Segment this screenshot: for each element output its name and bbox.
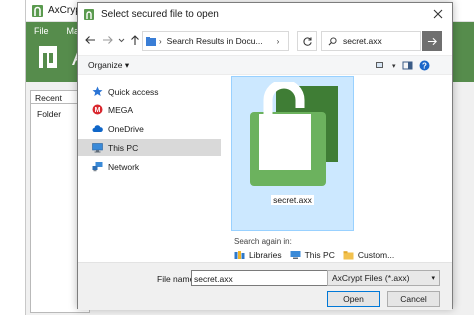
tab-recent-files[interactable]: Recent Files: [30, 90, 82, 113]
folder-icon: [343, 251, 354, 260]
preview-pane-icon[interactable]: [402, 60, 413, 71]
dialog-titlebar: Select secured file to open: [78, 3, 452, 25]
back-arrow-icon[interactable]: [84, 34, 96, 46]
refresh-icon: [302, 36, 312, 46]
computer-icon: [290, 251, 301, 259]
chevron-down-icon: ▾: [124, 60, 130, 70]
search-again-label: Search again in:: [234, 237, 292, 246]
nav-item-quick-access[interactable]: Quick access: [78, 83, 221, 100]
navigation-bar: › Search Results in Docu... › secret.axx: [78, 28, 452, 54]
nav-item-label: This PC: [108, 142, 139, 153]
svg-text:?: ?: [422, 61, 427, 70]
view-controls: ▾ ?: [375, 60, 430, 71]
chevron-down-icon[interactable]: ▾: [392, 62, 396, 70]
refresh-button[interactable]: [297, 31, 317, 51]
organize-label: Organize: [88, 60, 123, 70]
file-type-value: AxCrypt Files (*.axx): [332, 273, 410, 283]
star-icon: [92, 86, 103, 96]
arrow-right-icon: [427, 37, 437, 45]
file-item-selected[interactable]: secret.axx: [231, 76, 354, 231]
file-type-select[interactable]: AxCrypt Files (*.axx) ▾: [327, 270, 440, 286]
address-bar[interactable]: › Search Results in Docu... ›: [142, 31, 289, 51]
file-name-label: secret.axx: [232, 195, 353, 205]
up-arrow-icon[interactable]: [129, 34, 141, 46]
libraries-icon: [234, 251, 245, 259]
search-go-button[interactable]: [422, 31, 442, 51]
nav-item-label: OneDrive: [108, 123, 144, 134]
chevron-down-icon[interactable]: [117, 34, 126, 46]
menu-file[interactable]: File: [34, 26, 49, 36]
search-again-options: Libraries This PC Custom...: [234, 250, 394, 260]
search-results-folder-icon: [146, 36, 156, 46]
chevron-down-icon: ▾: [431, 275, 435, 282]
search-input-value[interactable]: secret.axx: [343, 36, 382, 46]
cancel-button[interactable]: Cancel: [387, 291, 440, 307]
axcrypt-file-thumbnail-icon: [250, 82, 338, 186]
close-icon[interactable]: [432, 8, 444, 20]
file-list-pane: secret.axx Search again in: Libraries Th…: [222, 76, 448, 262]
nav-item-label: Quick access: [108, 86, 159, 97]
breadcrumb-chevron-icon[interactable]: ›: [277, 37, 280, 46]
axcrypt-app-icon: [84, 8, 94, 20]
network-icon: [92, 162, 103, 172]
nav-item-network[interactable]: Network: [78, 158, 221, 175]
search-again-item-label: Libraries: [249, 250, 282, 260]
cloud-icon: [92, 125, 103, 132]
svg-text:M: M: [95, 107, 101, 114]
command-bar: Organize ▾ ▾ ?: [78, 55, 452, 75]
nav-item-this-pc[interactable]: This PC: [78, 139, 221, 156]
search-again-item-label: Custom...: [357, 250, 395, 260]
search-again-libraries[interactable]: Libraries: [234, 250, 282, 260]
open-button[interactable]: Open: [327, 291, 380, 307]
nav-item-mega[interactable]: M MEGA: [78, 101, 221, 118]
help-icon[interactable]: ?: [419, 60, 430, 71]
search-icon: [328, 36, 337, 45]
nav-item-label: Network: [108, 161, 140, 172]
navigation-pane: Quick access M MEGA OneDrive This PC Net…: [78, 76, 221, 262]
nav-item-label: MEGA: [108, 104, 134, 115]
dialog-bottom-bar: File name: ▾ AxCrypt Files (*.axx) ▾ Ope…: [78, 262, 452, 310]
computer-icon: [92, 143, 103, 153]
axcrypt-logo-icon: [39, 46, 57, 68]
file-name-text: secret.axx: [271, 195, 314, 205]
change-view-icon[interactable]: [375, 60, 386, 71]
organize-button[interactable]: Organize ▾: [88, 60, 129, 71]
search-input[interactable]: secret.axx: [321, 31, 421, 51]
axcrypt-app-icon: [32, 4, 43, 17]
open-file-dialog: Select secured file to open › Search Res…: [77, 2, 453, 310]
column-header-folder[interactable]: Folder: [37, 109, 61, 119]
address-text[interactable]: Search Results in Docu...: [167, 36, 275, 46]
breadcrumb-chevron-icon[interactable]: ›: [159, 37, 162, 46]
mega-icon: M: [92, 104, 103, 115]
search-again-this-pc[interactable]: This PC: [290, 250, 335, 260]
dialog-title: Select secured file to open: [101, 8, 219, 20]
search-again-item-label: This PC: [304, 250, 335, 260]
forward-arrow-icon[interactable]: [102, 34, 114, 46]
search-again-custom[interactable]: Custom...: [343, 250, 394, 260]
nav-item-onedrive[interactable]: OneDrive: [78, 120, 221, 137]
